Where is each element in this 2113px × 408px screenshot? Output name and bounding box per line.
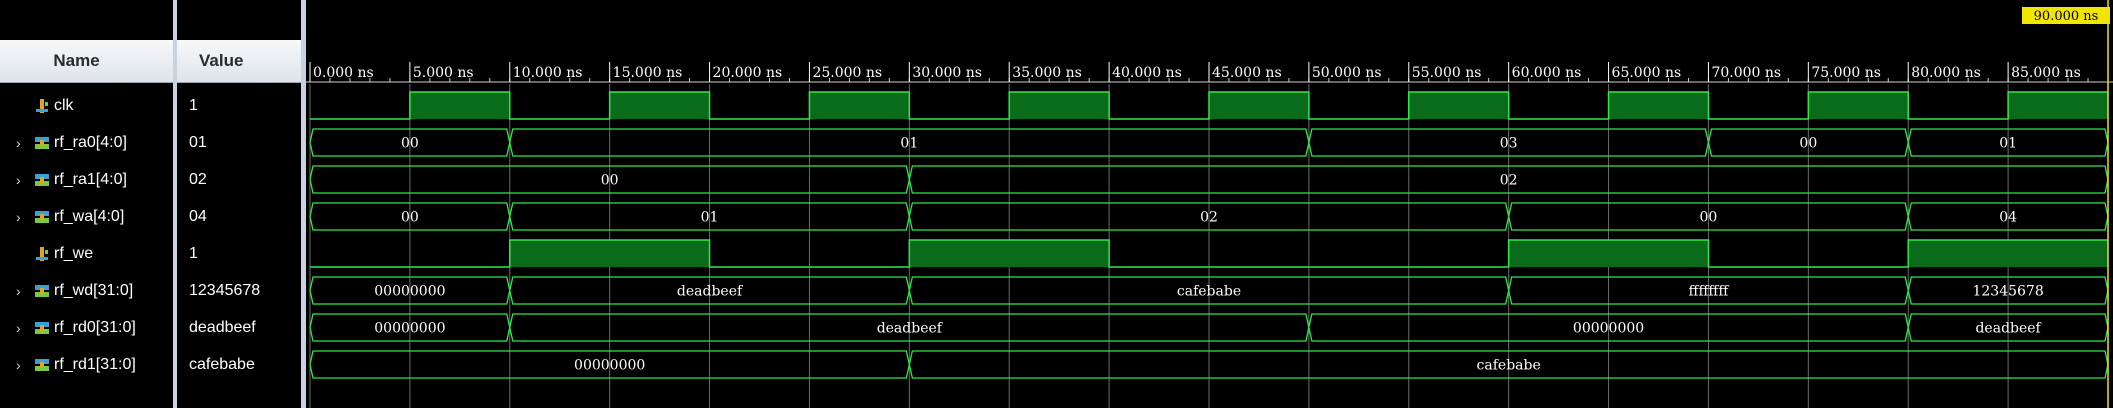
signal-value[interactable]: 1 xyxy=(177,235,301,272)
bus-segment-value: 03 xyxy=(1500,136,1518,152)
bus-signal-icon xyxy=(34,320,50,336)
bus-segment-value: 00 xyxy=(401,210,419,226)
ruler-tick-label: 25.000 ns xyxy=(812,65,882,81)
cursor-time-label: 90.000 ns xyxy=(2034,9,2099,24)
bit-high-fill xyxy=(1408,92,1509,119)
signal-value[interactable]: deadbeef xyxy=(177,309,301,346)
bus-segment-value: 00000000 xyxy=(374,321,445,337)
bit-high-fill xyxy=(1608,92,1709,119)
signal-value[interactable]: 12345678 xyxy=(177,272,301,309)
signal-name: clk xyxy=(54,96,74,114)
signal-value[interactable]: 04 xyxy=(177,198,301,235)
ruler-tick-label: 45.000 ns xyxy=(1212,65,1282,81)
bus-segment-value: deadbeef xyxy=(1975,321,2042,337)
bus-segment-value: deadbeef xyxy=(877,321,944,337)
value-column-header[interactable]: Value xyxy=(177,40,301,83)
bit-high-fill xyxy=(509,240,710,267)
name-column-header[interactable]: Name xyxy=(0,40,173,83)
bus-segment-value: 02 xyxy=(1500,173,1518,189)
signal-row-rf_ra040[interactable]: › rf_ra0[4:0] xyxy=(0,124,173,161)
ruler-tick-label: 60.000 ns xyxy=(1512,65,1582,81)
bit-high-fill xyxy=(609,92,710,119)
bus-signal-icon xyxy=(34,172,50,188)
bus-segment-value: 00 xyxy=(1799,136,1817,152)
ruler-tick-label: 85.000 ns xyxy=(2011,65,2081,81)
signal-row-rf_rd0310[interactable]: › rf_rd0[31:0] xyxy=(0,309,173,346)
signal-name: rf_wd[31:0] xyxy=(54,281,134,299)
bus-signal-icon xyxy=(34,209,50,225)
signal-value[interactable]: 02 xyxy=(177,161,301,198)
waveform-canvas[interactable]: 0.000 ns 5.000 ns 10.000 ns 15.000 ns 20.000… xyxy=(306,0,2113,408)
bus-segment-value: 01 xyxy=(900,136,918,152)
ruler-tick-label: 0.000 ns xyxy=(313,65,374,81)
signal-row-rf_rd1310[interactable]: › rf_rd1[31:0] xyxy=(0,346,173,383)
bit-high-fill xyxy=(809,92,910,119)
bit-high-fill xyxy=(2008,92,2108,119)
signal-row-rf_ra140[interactable]: › rf_ra1[4:0] xyxy=(0,161,173,198)
expand-chevron-icon[interactable]: › xyxy=(16,172,30,188)
bit-high-fill xyxy=(909,240,1110,267)
expand-chevron-icon[interactable]: › xyxy=(16,209,30,225)
ruler-tick-label: 10.000 ns xyxy=(513,65,583,81)
expand-chevron-icon[interactable]: › xyxy=(16,283,30,299)
signal-row-rf_wa40[interactable]: › rf_wa[4:0] xyxy=(0,198,173,235)
bit-high-fill xyxy=(1209,92,1309,119)
expand-chevron-icon[interactable]: › xyxy=(16,357,30,373)
bus-signal-icon xyxy=(34,357,50,373)
ruler-tick-label: 80.000 ns xyxy=(1911,65,1981,81)
bus-segment-value: 12345678 xyxy=(1972,284,2043,300)
ruler-tick-label: 70.000 ns xyxy=(1711,65,1781,81)
bus-signal-icon xyxy=(34,283,50,299)
signal-name: rf_ra0[4:0] xyxy=(54,133,127,151)
bus-segment-value: 01 xyxy=(1999,136,2017,152)
waveform-pane[interactable]: 0.000 ns 5.000 ns 10.000 ns 15.000 ns 20.000… xyxy=(306,0,2113,408)
bit-signal-icon xyxy=(34,98,50,114)
bus-segment-value: 04 xyxy=(1999,210,2017,226)
bus-segment-value: 00 xyxy=(601,173,619,189)
bus-segment-value: ffffffff xyxy=(1689,284,1730,300)
signal-name: rf_wa[4:0] xyxy=(54,207,125,225)
ruler-tick-label: 15.000 ns xyxy=(613,65,683,81)
value-pane: Value 1 01 02 04 1 12345678 deadbeef cafebabe xyxy=(177,0,301,408)
bus-segment-value: 00 xyxy=(401,136,419,152)
signal-name: rf_we xyxy=(54,244,94,262)
name-pane: Name clk › rf_ra0[4:0] › rf_ra1[4:0] › rf_wa[4… xyxy=(0,0,173,408)
ruler-tick-label: 65.000 ns xyxy=(1612,65,1682,81)
bus-segment-value: deadbeef xyxy=(677,284,744,300)
bit-signal-icon xyxy=(34,246,50,262)
bit-high-fill xyxy=(1808,92,1909,119)
bit-high-fill xyxy=(1009,92,1110,119)
bus-segment-value: 00000000 xyxy=(374,284,445,300)
ruler-tick-label: 55.000 ns xyxy=(1412,65,1482,81)
ruler-tick-label: 30.000 ns xyxy=(912,65,982,81)
bus-segment-value: cafebabe xyxy=(1177,284,1241,300)
bit-high-fill xyxy=(1908,240,2108,267)
bus-segment-value: 02 xyxy=(1200,210,1218,226)
signal-name: rf_rd1[31:0] xyxy=(54,355,136,373)
ruler-tick-label: 75.000 ns xyxy=(1811,65,1881,81)
signal-row-rf_we[interactable]: rf_we xyxy=(0,235,173,272)
signal-value[interactable]: cafebabe xyxy=(177,346,301,383)
bus-segment-value: 00 xyxy=(1700,210,1718,226)
bit-high-fill xyxy=(1508,240,1709,267)
bus-signal-icon xyxy=(34,135,50,151)
signal-name: rf_rd0[31:0] xyxy=(54,318,136,336)
bus-segment-value: 00000000 xyxy=(574,358,645,374)
ruler-tick-label: 5.000 ns xyxy=(413,65,474,81)
bus-segment-value: 00000000 xyxy=(1573,321,1644,337)
ruler-tick-label: 40.000 ns xyxy=(1112,65,1182,81)
signal-name: rf_ra1[4:0] xyxy=(54,170,127,188)
signal-row-rf_wd310[interactable]: › rf_wd[31:0] xyxy=(0,272,173,309)
ruler-tick-label: 35.000 ns xyxy=(1012,65,1082,81)
expand-chevron-icon[interactable]: › xyxy=(16,320,30,336)
ruler-tick-label: 20.000 ns xyxy=(713,65,783,81)
signal-value[interactable]: 1 xyxy=(177,87,301,124)
expand-chevron-icon[interactable]: › xyxy=(16,135,30,151)
ruler-tick-label: 50.000 ns xyxy=(1312,65,1382,81)
bus-segment-value: cafebabe xyxy=(1477,358,1541,374)
bus-segment-value: 01 xyxy=(701,210,719,226)
signal-value[interactable]: 01 xyxy=(177,124,301,161)
signal-row-clk[interactable]: clk xyxy=(0,87,173,124)
bit-high-fill xyxy=(409,92,510,119)
